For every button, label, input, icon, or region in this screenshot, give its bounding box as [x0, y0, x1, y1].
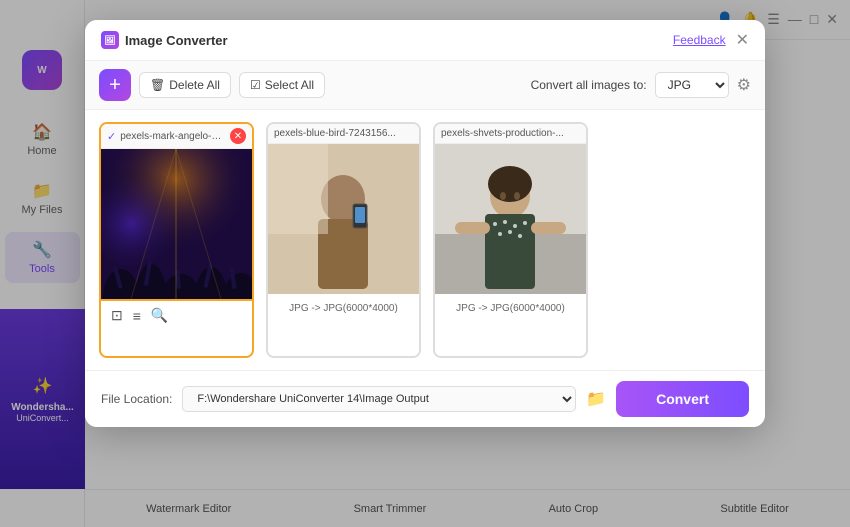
modal-close-button[interactable]: ✕ — [736, 30, 749, 50]
convert-button[interactable]: Convert — [616, 381, 749, 417]
img-card-3-label: JPG -> JPG(6000*4000) — [435, 294, 586, 320]
delete-icon: 🗑 — [150, 78, 165, 92]
add-images-button[interactable]: + — [99, 69, 131, 101]
images-container: ✓ pexels-mark-angelo-sam... ✕ — [85, 110, 765, 370]
delete-all-button[interactable]: 🗑 Delete All — [139, 72, 231, 98]
add-icon: + — [109, 75, 121, 95]
convert-all-section: Convert all images to: JPG PNG BMP WEBP … — [531, 72, 751, 98]
img-filename-2: pexels-blue-bird-7243156... — [274, 128, 413, 139]
modal-title-text: Image Converter — [125, 33, 228, 48]
img-filename-3: pexels-shvets-production-... — [441, 128, 580, 139]
convert-all-label: Convert all images to: — [531, 78, 647, 92]
select-all-label: Select All — [265, 78, 314, 92]
woman-svg — [435, 144, 586, 294]
feedback-button[interactable]: Feedback — [673, 33, 726, 47]
check-icon-1: ✓ — [107, 130, 116, 143]
person-svg — [268, 144, 419, 294]
img-card-3-header: pexels-shvets-production-... — [435, 124, 586, 144]
img-remove-1[interactable]: ✕ — [230, 128, 246, 144]
image-card-1[interactable]: ✓ pexels-mark-angelo-sam... ✕ — [99, 122, 254, 358]
img-card-2-label: JPG -> JPG(6000*4000) — [268, 294, 419, 320]
img-card-1-actions: ⊡ ≡ 🔍 — [101, 299, 252, 330]
modal-title: 🖼 Image Converter — [101, 31, 228, 49]
image-converter-modal: 🖼 Image Converter Feedback ✕ + 🗑 Delete … — [85, 20, 765, 427]
img-thumb-2 — [268, 144, 419, 294]
file-location-label: File Location: — [101, 392, 172, 406]
select-icon: ☑ — [250, 78, 261, 92]
zoom-icon[interactable]: 🔍 — [151, 307, 168, 324]
crop-icon[interactable]: ⊡ — [111, 307, 123, 324]
modal-overlay: 🖼 Image Converter Feedback ✕ + 🗑 Delete … — [0, 0, 850, 527]
img-thumb-3 — [435, 144, 586, 294]
concert-svg — [101, 149, 252, 299]
img-thumb-1 — [101, 149, 252, 299]
img-card-2-header: pexels-blue-bird-7243156... — [268, 124, 419, 144]
adjust-icon[interactable]: ≡ — [133, 308, 141, 324]
img-filename-1: pexels-mark-angelo-sam... — [120, 131, 226, 142]
delete-all-label: Delete All — [169, 78, 220, 92]
modal-toolbar: + 🗑 Delete All ☑ Select All Convert all … — [85, 61, 765, 110]
modal-controls: Feedback ✕ — [673, 30, 749, 50]
image-card-2[interactable]: pexels-blue-bird-7243156... — [266, 122, 421, 358]
modal-titlebar: 🖼 Image Converter Feedback ✕ — [85, 20, 765, 61]
file-location-select[interactable]: F:\Wondershare UniConverter 14\Image Out… — [182, 386, 576, 412]
img-card-1-header: ✓ pexels-mark-angelo-sam... ✕ — [101, 124, 252, 149]
img-label-2: JPG -> JPG(6000*4000) — [289, 303, 398, 314]
folder-browse-icon[interactable]: 📁 — [586, 389, 606, 409]
settings-icon[interactable]: ⚙ — [737, 75, 751, 95]
image-card-3[interactable]: pexels-shvets-production-... — [433, 122, 588, 358]
modal-footer: File Location: F:\Wondershare UniConvert… — [85, 370, 765, 427]
modal-title-icon: 🖼 — [101, 31, 119, 49]
select-all-button[interactable]: ☑ Select All — [239, 72, 325, 98]
img-label-3: JPG -> JPG(6000*4000) — [456, 303, 565, 314]
format-select[interactable]: JPG PNG BMP WEBP TIFF — [655, 72, 729, 98]
